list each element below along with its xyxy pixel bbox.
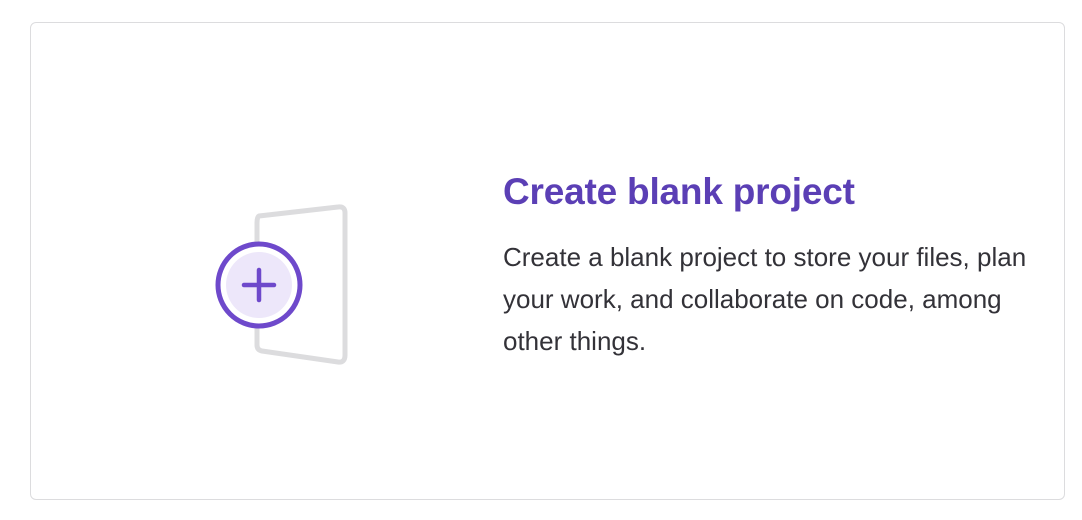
card-title[interactable]: Create blank project xyxy=(503,168,1063,216)
new-project-illustration xyxy=(183,183,403,383)
create-blank-project-card[interactable]: Create blank project Create a blank proj… xyxy=(30,22,1065,500)
card-description: Create a blank project to store your fil… xyxy=(503,242,1027,356)
card-text: Create blank project Create a blank proj… xyxy=(503,168,1063,362)
